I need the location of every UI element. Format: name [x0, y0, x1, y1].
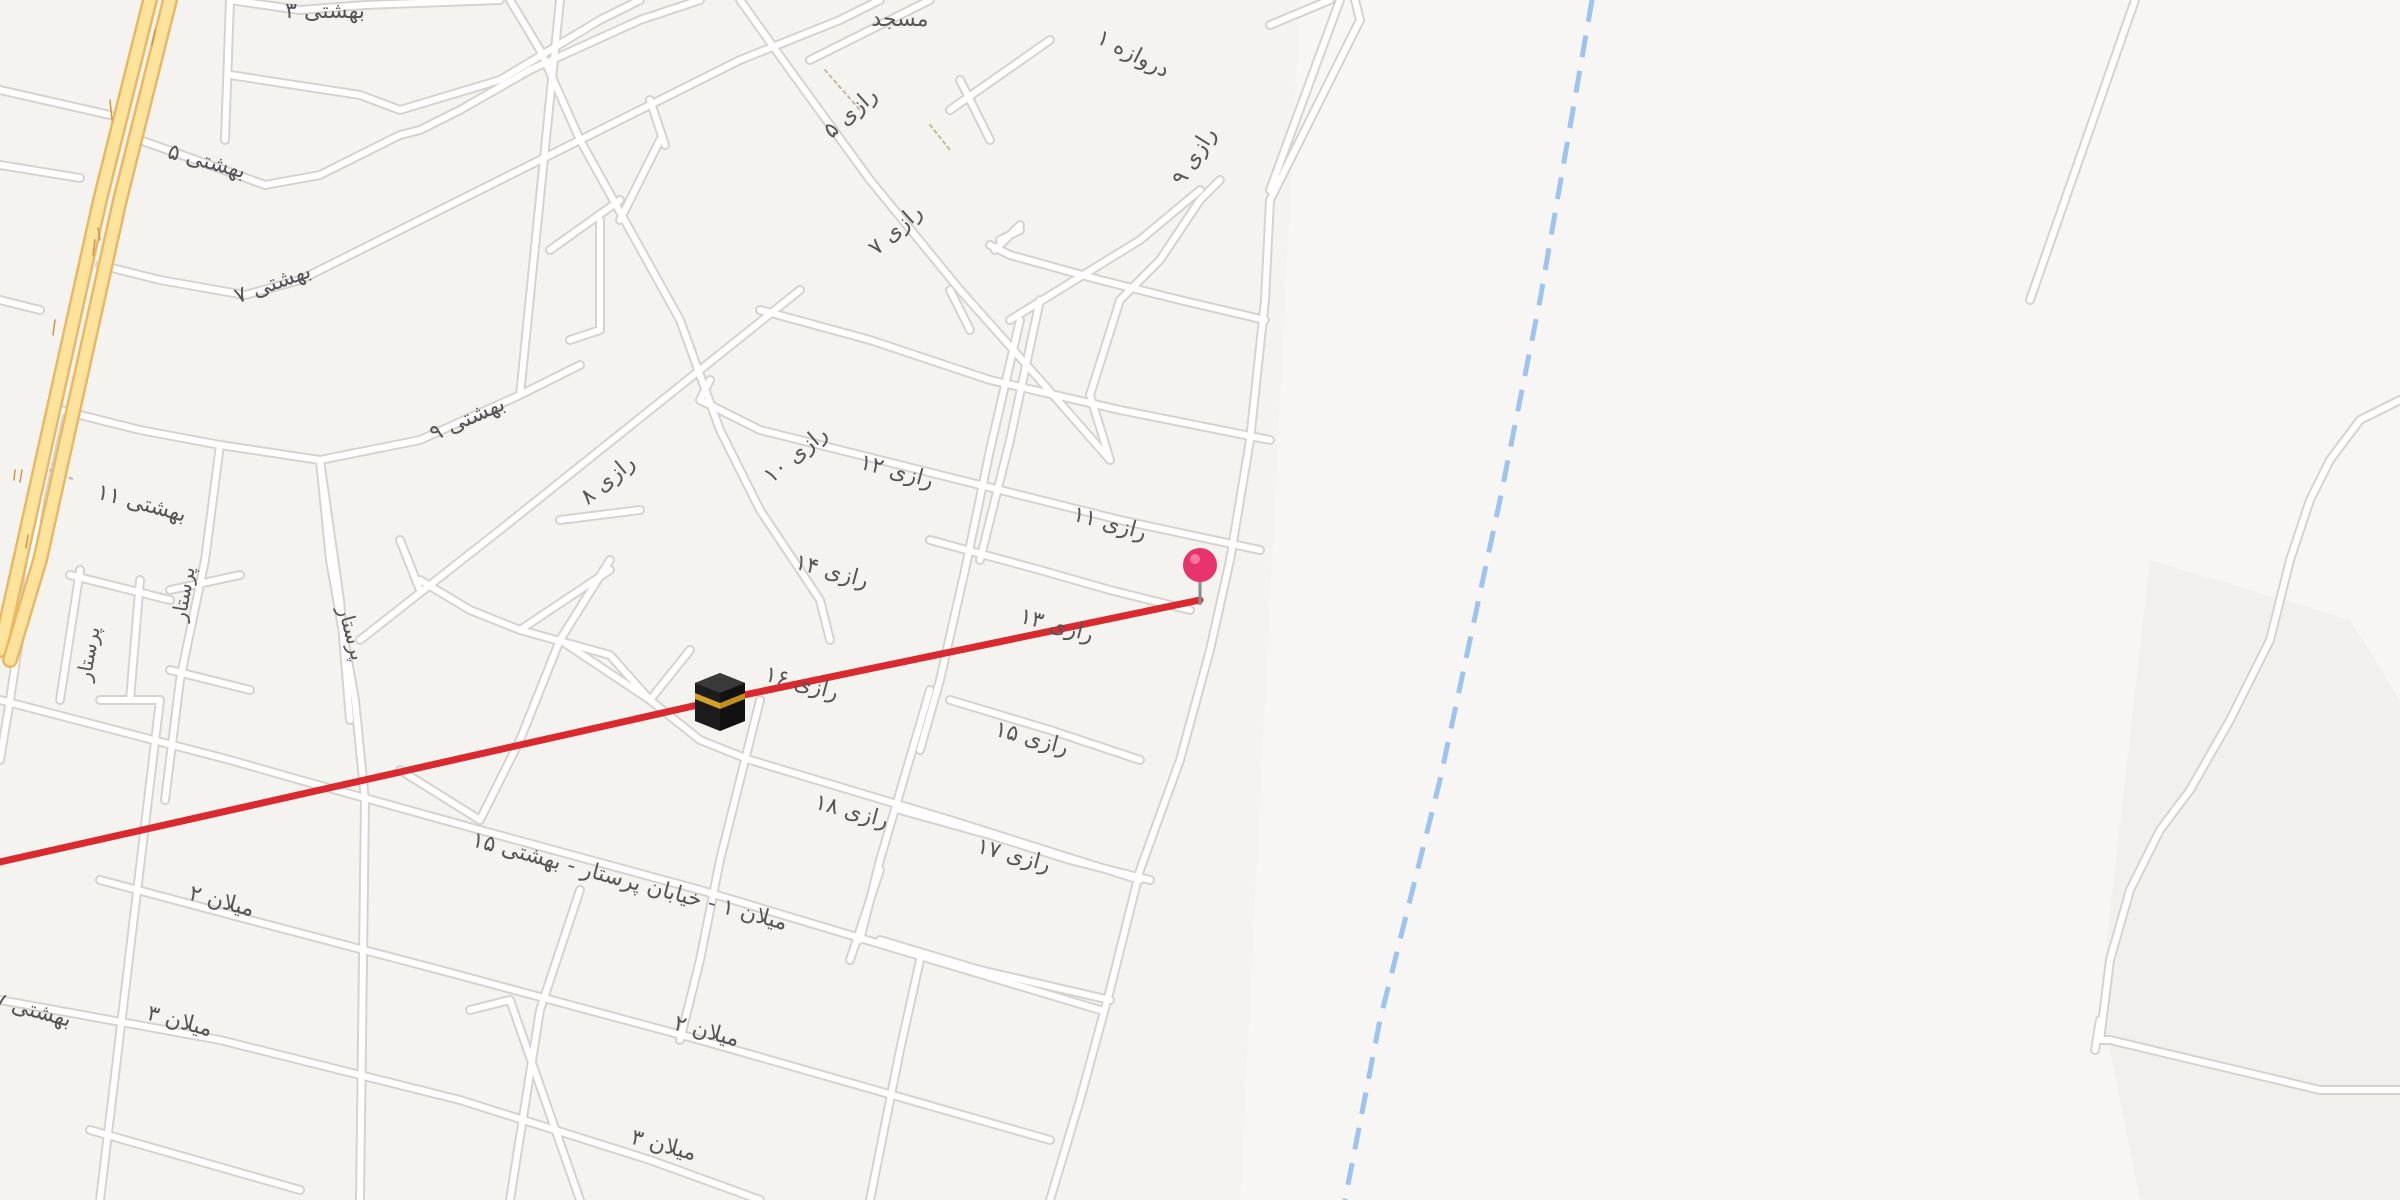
map-canvas[interactable]: بهشتی ۳ مسجد دروازه ۱ رازی ۵ رازی ۹ بهشت… — [0, 0, 2400, 1200]
field-area — [2100, 560, 2400, 1200]
kaaba-icon[interactable] — [695, 673, 745, 731]
map-view[interactable]: بهشتی ۳ مسجد دروازه ۱ رازی ۵ رازی ۹ بهشت… — [0, 0, 2400, 1200]
street-label: مسجد — [871, 7, 928, 32]
street-label: بهشتی ۳ — [285, 0, 365, 24]
